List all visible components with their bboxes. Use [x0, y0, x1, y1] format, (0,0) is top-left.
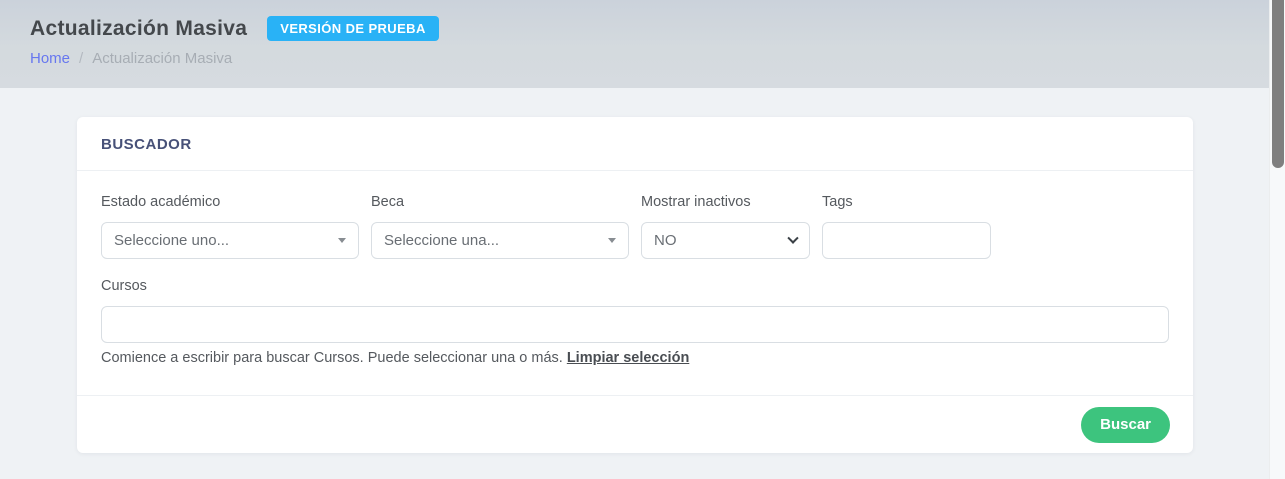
search-card: BUSCADOR Estado académico Seleccione uno…: [77, 117, 1193, 453]
chevron-down-icon: [787, 232, 799, 244]
estado-academico-label: Estado académico: [101, 194, 221, 210]
mostrar-inactivos-select[interactable]: NO: [641, 222, 810, 259]
mostrar-inactivos-value: NO: [654, 232, 677, 249]
cursos-input[interactable]: [101, 306, 1169, 343]
caret-down-icon: [338, 238, 346, 243]
caret-down-icon: [608, 238, 616, 243]
field-mostrar-inactivos: Mostrar inactivos NO: [641, 194, 810, 259]
cursos-help-text: Comience a escribir para buscar Cursos. …: [101, 350, 1169, 366]
estado-academico-value: Seleccione uno...: [114, 232, 230, 249]
mostrar-inactivos-label: Mostrar inactivos: [641, 194, 751, 210]
breadcrumb-home-link[interactable]: Home: [30, 50, 70, 67]
page-header: Actualización Masiva VERSIÓN DE PRUEBA H…: [0, 0, 1285, 88]
search-card-footer: Buscar: [77, 395, 1193, 453]
beca-select[interactable]: Seleccione una...: [371, 222, 629, 259]
estado-academico-select[interactable]: Seleccione uno...: [101, 222, 359, 259]
breadcrumb-current: Actualización Masiva: [92, 50, 233, 67]
cursos-label: Cursos: [101, 278, 147, 294]
field-cursos: Cursos Comience a escribir para buscar C…: [101, 278, 1169, 366]
cursos-help-message: Comience a escribir para buscar Cursos. …: [101, 350, 563, 366]
beca-value: Seleccione una...: [384, 232, 500, 249]
clear-selection-link[interactable]: Limpiar selección: [567, 350, 690, 366]
field-beca: Beca Seleccione una...: [371, 194, 629, 259]
vertical-scrollbar-thumb[interactable]: [1272, 0, 1284, 168]
field-estado-academico: Estado académico Seleccione uno...: [101, 194, 359, 259]
buscar-button[interactable]: Buscar: [1081, 406, 1170, 443]
breadcrumb-separator: /: [79, 50, 84, 67]
search-card-body: Estado académico Seleccione uno... Beca …: [77, 171, 1193, 366]
tags-label: Tags: [822, 194, 853, 210]
search-card-header: BUSCADOR: [77, 117, 1193, 171]
tags-input[interactable]: [822, 222, 991, 259]
vertical-scrollbar-track[interactable]: [1269, 0, 1285, 479]
filters-row: Estado académico Seleccione uno... Beca …: [101, 194, 1169, 259]
trial-version-badge: VERSIÓN DE PRUEBA: [267, 16, 439, 41]
page-title: Actualización Masiva: [30, 16, 248, 40]
breadcrumb: Home / Actualización Masiva: [30, 50, 1285, 67]
field-tags: Tags: [822, 194, 991, 259]
beca-label: Beca: [371, 194, 405, 210]
search-card-title: BUSCADOR: [101, 136, 192, 153]
